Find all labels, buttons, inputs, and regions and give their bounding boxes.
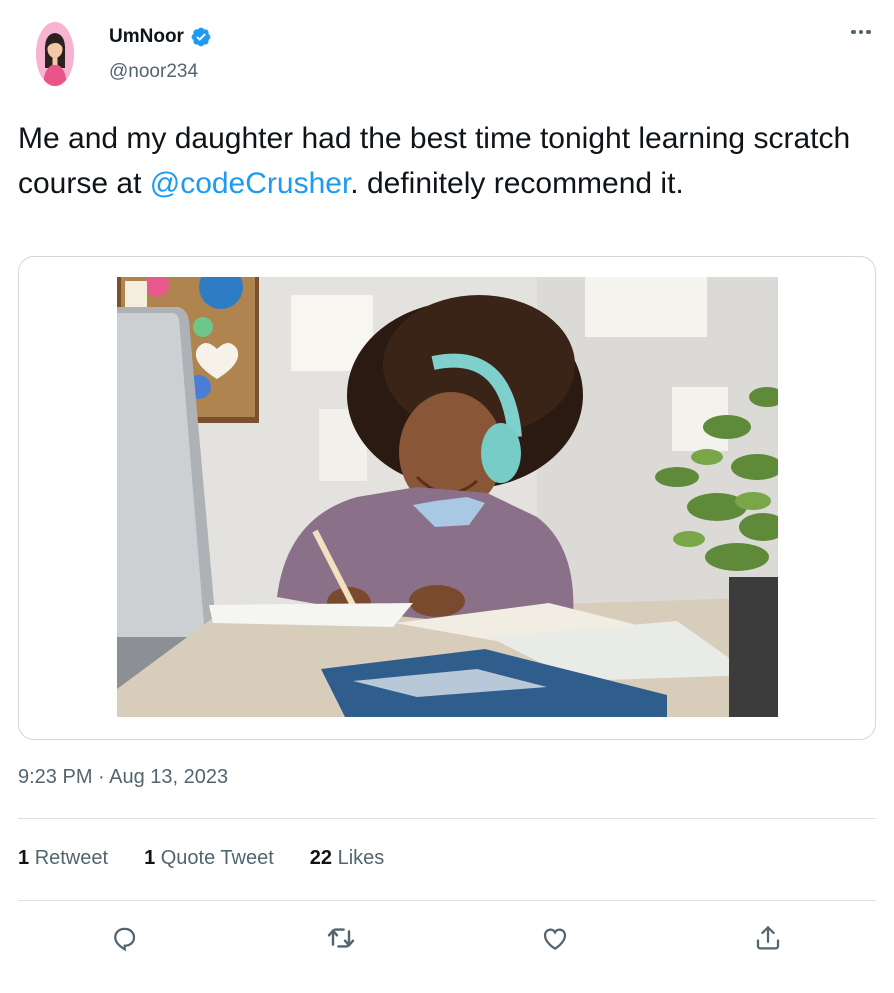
avatar[interactable] (36, 22, 74, 86)
media-card[interactable] (18, 256, 876, 740)
like-button[interactable] (535, 918, 575, 958)
retweets-stat[interactable]: 1 Retweet (18, 847, 108, 870)
display-name[interactable]: UmNoor (109, 26, 184, 48)
mention-link[interactable]: @codeCrusher (150, 167, 351, 200)
verified-badge-icon (191, 27, 211, 47)
likes-count: 22 (309, 847, 333, 869)
tweet-text: Me and my daughter had the best time ton… (18, 116, 878, 206)
retweet-button[interactable] (321, 918, 361, 958)
tweet-photo[interactable] (117, 277, 778, 717)
likes-label: Likes (337, 847, 385, 869)
retweet-icon (327, 928, 355, 948)
share-button[interactable] (748, 918, 788, 958)
tweet-timestamp[interactable]: 9:23 PM · Aug 13, 2023 (18, 766, 228, 789)
retweets-label: Retweet (34, 847, 109, 869)
quotes-label: Quote Tweet (160, 847, 274, 869)
more-dots-icon[interactable] (846, 22, 876, 42)
likes-stat[interactable]: 22 Likes (310, 847, 385, 870)
like-icon (543, 928, 567, 950)
tweet-text-part: . definitely recommend it. (350, 167, 684, 200)
quotes-count: 1 (144, 847, 156, 869)
share-icon (756, 926, 780, 950)
user-handle[interactable]: @noor234 (109, 61, 198, 83)
quotes-stat[interactable]: 1 Quote Tweet (144, 847, 274, 870)
engagement-stats: 1 Retweet 1 Quote Tweet 22 Likes (18, 847, 384, 870)
reply-button[interactable] (104, 918, 144, 958)
divider (18, 900, 876, 901)
action-bar (0, 918, 894, 958)
author-name-row[interactable]: UmNoor (109, 26, 212, 48)
divider (18, 818, 876, 819)
retweets-count: 1 (18, 847, 30, 869)
reply-icon (114, 927, 136, 952)
